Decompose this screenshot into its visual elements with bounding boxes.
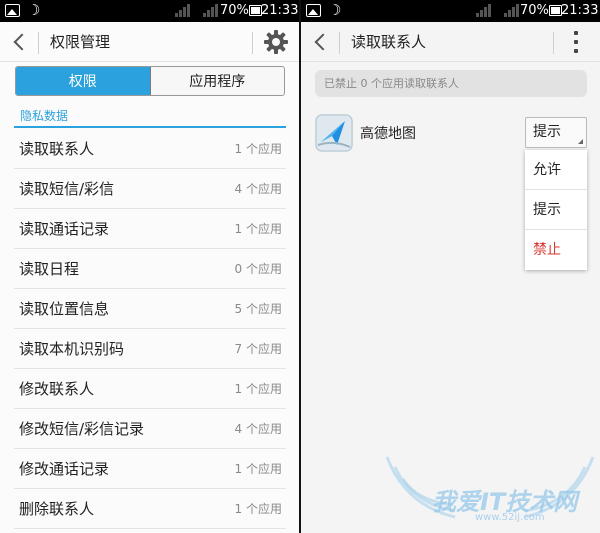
back-arrow-icon[interactable]	[8, 30, 30, 54]
signal-icon	[203, 4, 218, 17]
permission-label: 读取本机识别码	[19, 340, 125, 358]
divider	[553, 32, 554, 54]
divider	[38, 32, 39, 54]
permission-management-screen: ☽ 70% 21:33 权限管理 权限 应用程序 隐私数据 读取联系人 1 个应…	[0, 0, 299, 533]
tab-permissions[interactable]: 权限	[16, 67, 151, 95]
permission-row[interactable]: 删除联系人 1 个应用	[14, 489, 286, 529]
permission-label: 读取位置信息	[19, 300, 110, 318]
permission-row[interactable]: 读取位置信息 5 个应用	[14, 289, 286, 329]
app-count: 1 个应用	[234, 382, 282, 396]
dropdown-menu: 允许 提示 禁止	[525, 150, 587, 270]
gear-icon[interactable]	[263, 29, 289, 55]
back-arrow-icon[interactable]	[309, 30, 331, 54]
permission-label: 修改通话记录	[19, 460, 110, 478]
permission-row[interactable]: 读取短信/彩信 4 个应用	[14, 169, 286, 209]
status-bar: ☽ 70% 21:33	[0, 0, 299, 22]
navigation-arrow-icon	[315, 114, 353, 152]
action-bar: 读取联系人	[301, 22, 600, 62]
battery-percent: 70%	[520, 3, 549, 18]
read-contacts-screen: ☽ 70% 21:33 读取联系人 已禁止 0 个应用读取联系人 高德地图 提示…	[301, 0, 600, 533]
permission-label: 删除联系人	[19, 500, 95, 518]
section-header: 隐私数据	[20, 109, 69, 123]
app-count: 4 个应用	[234, 182, 282, 196]
page-title: 权限管理	[50, 33, 111, 51]
status-bar: ☽ 70% 21:33	[301, 0, 600, 22]
option-prompt[interactable]: 提示	[525, 190, 587, 230]
permission-label: 读取日程	[19, 260, 80, 278]
moon-icon: ☽	[27, 1, 41, 19]
tab-applications[interactable]: 应用程序	[151, 67, 285, 95]
app-count: 1 个应用	[234, 142, 282, 156]
option-deny[interactable]: 禁止	[525, 230, 587, 270]
signal-icon	[476, 4, 491, 17]
page-title: 读取联系人	[351, 33, 427, 51]
permission-list: 读取联系人 1 个应用 读取短信/彩信 4 个应用 读取通话记录 1 个应用 读取日程…	[14, 129, 286, 529]
permission-row[interactable]: 读取日程 0 个应用	[14, 249, 286, 289]
permission-row[interactable]: 读取联系人 1 个应用	[14, 129, 286, 169]
app-count: 7 个应用	[234, 342, 282, 356]
image-notification-icon	[5, 4, 20, 17]
moon-icon: ☽	[328, 1, 342, 19]
blocked-notice: 已禁止 0 个应用读取联系人	[315, 70, 587, 97]
permission-row[interactable]: 修改联系人 1 个应用	[14, 369, 286, 409]
watermark-url: www.52ij.com	[475, 512, 545, 523]
dropdown-corner-icon	[578, 139, 583, 144]
view-switcher: 权限 应用程序	[15, 66, 285, 96]
divider	[339, 32, 340, 54]
permission-label: 修改联系人	[19, 380, 95, 398]
overflow-menu-icon[interactable]	[571, 31, 581, 53]
app-count: 0 个应用	[234, 262, 282, 276]
app-count: 1 个应用	[234, 462, 282, 476]
app-count: 1 个应用	[234, 222, 282, 236]
signal-icon	[175, 4, 190, 17]
battery-percent: 70%	[220, 3, 249, 18]
app-count: 1 个应用	[234, 502, 282, 516]
permission-label: 读取通话记录	[19, 220, 110, 238]
permission-row[interactable]: 读取本机识别码 7 个应用	[14, 329, 286, 369]
app-count: 4 个应用	[234, 422, 282, 436]
signal-icon	[504, 4, 519, 17]
clock: 21:33	[261, 3, 299, 18]
section-divider	[14, 126, 286, 128]
divider	[252, 32, 253, 54]
option-allow[interactable]: 允许	[525, 150, 587, 190]
clock: 21:33	[561, 3, 599, 18]
permission-label: 修改短信/彩信记录	[19, 420, 145, 438]
permission-row[interactable]: 修改短信/彩信记录 4 个应用	[14, 409, 286, 449]
app-count: 5 个应用	[234, 302, 282, 316]
image-notification-icon	[306, 4, 321, 17]
dropdown-selected-value: 提示	[533, 124, 561, 140]
permission-dropdown[interactable]: 提示	[525, 117, 587, 148]
permission-row[interactable]: 修改通话记录 1 个应用	[14, 449, 286, 489]
permission-row[interactable]: 读取通话记录 1 个应用	[14, 209, 286, 249]
permission-label: 读取联系人	[19, 140, 95, 158]
action-bar: 权限管理	[0, 22, 299, 62]
app-name: 高德地图	[360, 126, 416, 142]
permission-label: 读取短信/彩信	[19, 180, 115, 198]
